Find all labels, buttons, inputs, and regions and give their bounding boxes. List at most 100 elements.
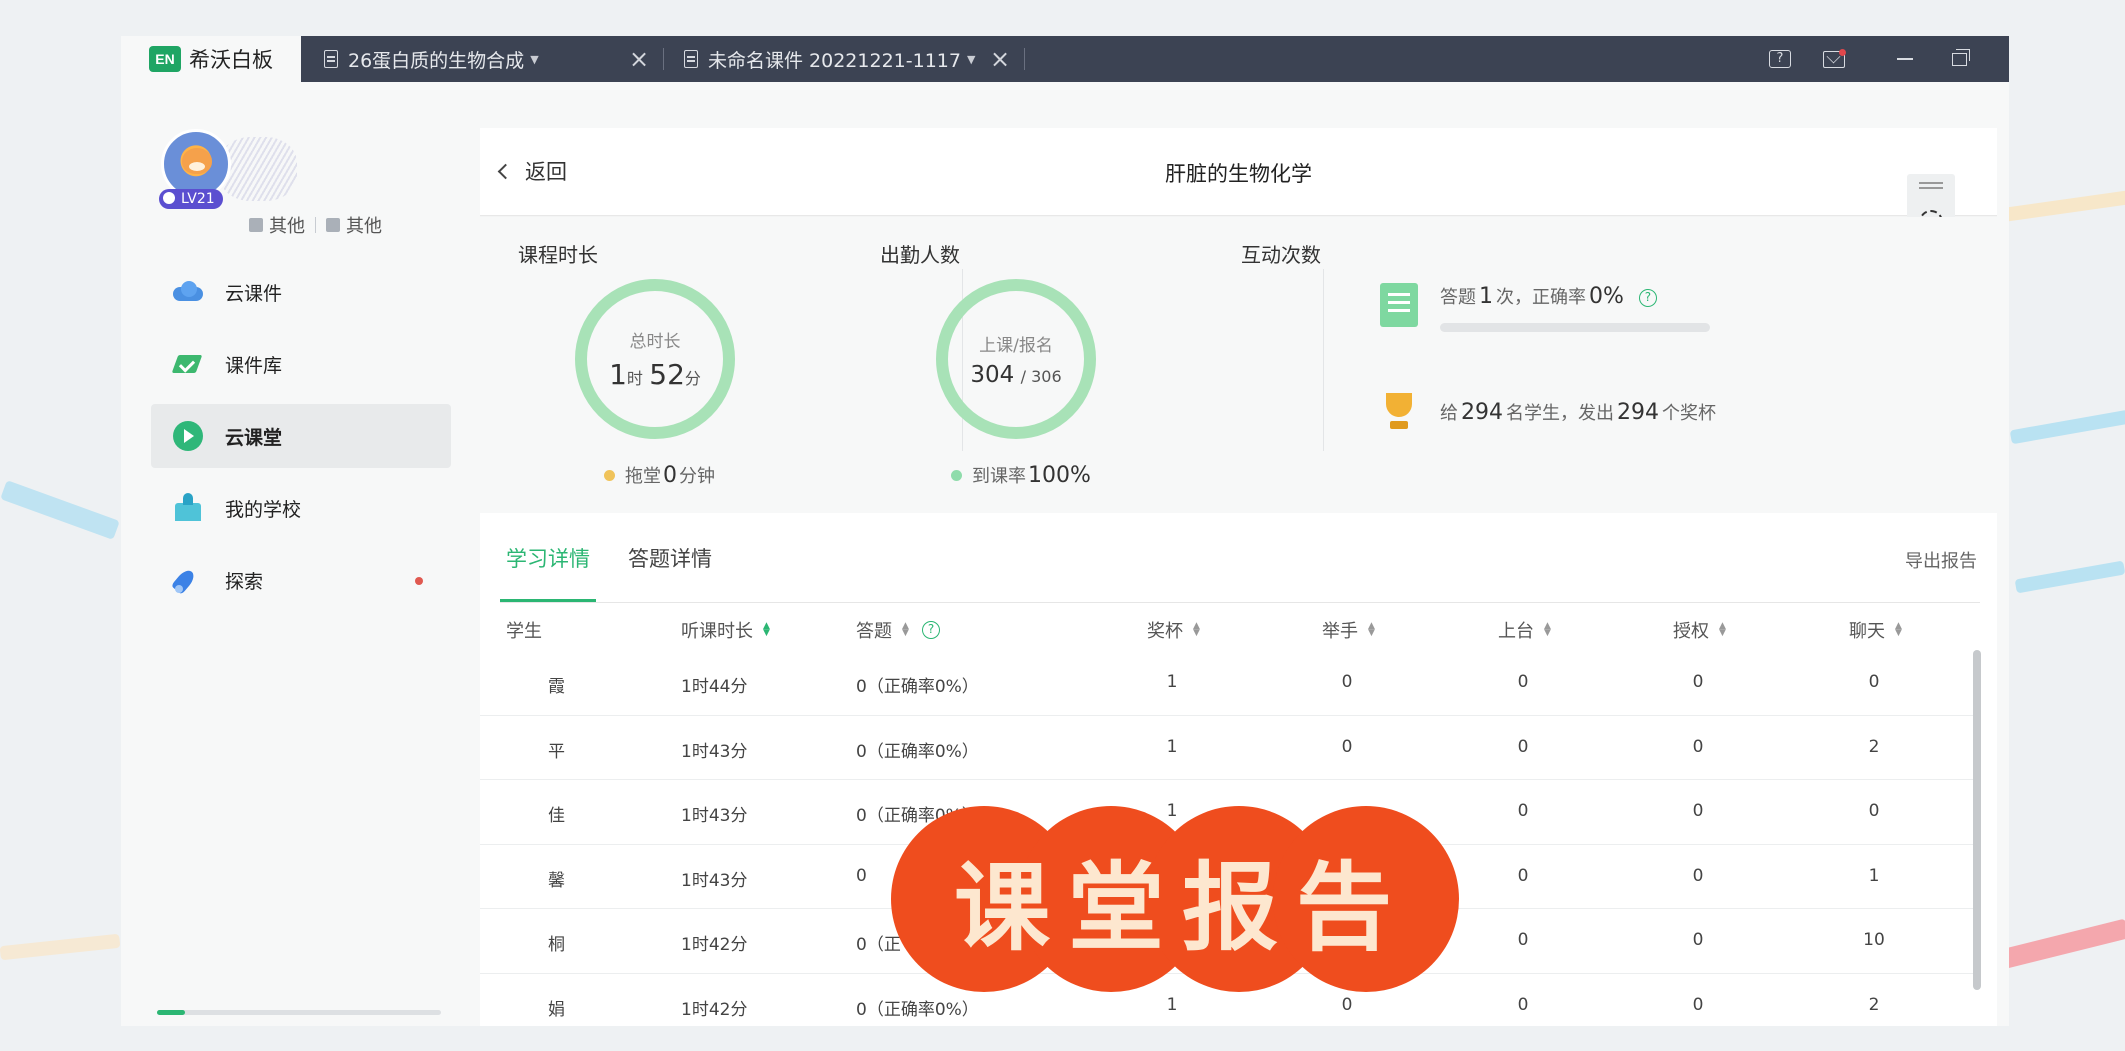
notification-dot bbox=[415, 577, 423, 585]
minimize-icon bbox=[1897, 58, 1913, 60]
answer-mid: 次，正确率 bbox=[1496, 287, 1586, 308]
cell-student: 馨 bbox=[548, 870, 565, 891]
overtime-value: 0 bbox=[663, 462, 677, 488]
overtime-info: 拖堂 0 分钟 bbox=[604, 462, 715, 488]
help-question-icon[interactable]: ? bbox=[922, 621, 940, 639]
storage-progress-fill bbox=[157, 1010, 186, 1015]
cell-chat: 1 bbox=[1868, 865, 1880, 886]
accuracy-bar bbox=[1440, 323, 1710, 332]
lion-avatar-icon bbox=[182, 148, 212, 174]
cell-duration: 1时42分 bbox=[681, 999, 748, 1020]
column-header-duration[interactable]: 听课时长 ▲ ▼ bbox=[681, 617, 771, 643]
cell-student: 桐 bbox=[548, 935, 565, 955]
attendance-rate-prefix: 到课率 bbox=[972, 466, 1026, 487]
cell-cup: 1 bbox=[1166, 672, 1178, 692]
sort-icon[interactable]: ▲ ▼ bbox=[1193, 622, 1201, 638]
column-header-answer[interactable]: 答题 ▲ ▼? bbox=[856, 617, 940, 643]
sort-icon[interactable]: ▲ ▼ bbox=[1544, 622, 1552, 638]
notification-dot bbox=[1839, 49, 1846, 56]
duration-ring: 总时长 1时 52分 bbox=[575, 279, 735, 439]
cell-chat: 0 bbox=[1868, 672, 1880, 692]
column-label: 奖杯 bbox=[1147, 621, 1183, 642]
avatar-decoration bbox=[219, 137, 297, 201]
duration-minutes: 52 bbox=[649, 358, 685, 391]
tab-document-1[interactable]: 26蛋白质的生物合成 ▼ bbox=[324, 36, 539, 82]
level-badge: LV21 bbox=[159, 189, 223, 209]
sidebar-item-cloud-class[interactable]: 云课堂 bbox=[151, 404, 451, 468]
attendance-present: 304 bbox=[970, 361, 1015, 388]
duration-hours: 1 bbox=[609, 358, 627, 391]
cell-chat: 2 bbox=[1868, 994, 1880, 1015]
award-mid: 名学生，发出 bbox=[1506, 403, 1614, 424]
award-suffix: 个奖杯 bbox=[1662, 403, 1716, 424]
user-meta-1[interactable]: 其他 bbox=[269, 212, 305, 238]
column-header-auth[interactable]: 授权 ▲ ▼ bbox=[1673, 617, 1727, 643]
restore-button[interactable] bbox=[1945, 46, 1973, 72]
answer-accuracy: 0% bbox=[1589, 284, 1624, 309]
answer-count: 1 bbox=[1479, 284, 1493, 309]
chevron-down-icon[interactable]: ▼ bbox=[967, 53, 975, 66]
tab-close-icon[interactable]: × bbox=[987, 46, 1013, 72]
sort-icon[interactable]: ▲ ▼ bbox=[1895, 622, 1903, 638]
answer-text: 答题 1 次，正确率 0%? bbox=[1440, 283, 1710, 309]
column-label: 聊天 bbox=[1849, 621, 1885, 642]
stats-section: 课程时长 总时长 1时 52分 拖堂 0 分钟 出勤人数 上课/报名 304 /… bbox=[480, 217, 1997, 513]
column-header-hand[interactable]: 举手 ▲ ▼ bbox=[1322, 617, 1376, 643]
award-cups: 294 bbox=[1617, 400, 1659, 425]
minimize-button[interactable] bbox=[1891, 46, 1919, 72]
help-button[interactable]: ? bbox=[1766, 46, 1794, 72]
sort-icon[interactable]: ▲ ▼ bbox=[763, 622, 771, 638]
messages-button[interactable] bbox=[1820, 46, 1848, 72]
column-header-stage[interactable]: 上台 ▲ ▼ bbox=[1498, 617, 1552, 643]
answer-prefix: 答题 bbox=[1440, 287, 1476, 308]
cell-hand: 0 bbox=[1341, 994, 1353, 1015]
interaction-label: 互动次数 bbox=[1241, 243, 1321, 267]
tab-label: 26蛋白质的生物合成 bbox=[348, 49, 525, 72]
cell-auth: 0 bbox=[1692, 801, 1704, 821]
tab-document-2[interactable]: 未命名课件 20221221-1117 ▼ bbox=[684, 36, 975, 82]
column-label: 答题 bbox=[856, 621, 892, 642]
column-header-cup[interactable]: 奖杯 ▲ ▼ bbox=[1147, 617, 1201, 643]
cell-auth: 0 bbox=[1692, 930, 1704, 950]
sidebar-item-my-school[interactable]: 我的学校 bbox=[151, 476, 451, 540]
tab-divider bbox=[663, 48, 664, 70]
restore-icon bbox=[1951, 48, 1970, 66]
export-report-link[interactable]: 导出报告 bbox=[1905, 547, 1977, 573]
detail-tabs: 学习详情 答题详情 bbox=[500, 513, 1980, 603]
cell-auth: 0 bbox=[1692, 994, 1704, 1015]
sort-icon[interactable]: ▲ ▼ bbox=[1368, 622, 1376, 638]
sidebar-item-explore[interactable]: 探索 bbox=[151, 548, 451, 612]
cell-duration: 1时44分 bbox=[681, 677, 748, 697]
table-row[interactable]: 平 1时43分 0（正确率0%） 1 0 0 0 2 bbox=[480, 716, 1980, 780]
table-row[interactable]: 霞 1时44分 0（正确率0%） 1 0 0 0 0 bbox=[480, 651, 1980, 716]
app-brand: EN 希沃白板 bbox=[121, 36, 301, 82]
column-header-chat[interactable]: 聊天 ▲ ▼ bbox=[1849, 617, 1903, 643]
page-title: 肝脏的生物化学 bbox=[1165, 162, 1312, 186]
chevron-down-icon[interactable]: ▼ bbox=[530, 53, 538, 66]
sidebar-item-label: 我的学校 bbox=[225, 498, 302, 521]
tab-answer-detail[interactable]: 答题详情 bbox=[628, 543, 712, 573]
help-question-icon[interactable]: ? bbox=[1638, 289, 1657, 307]
sort-icon[interactable]: ▲ ▼ bbox=[1719, 622, 1727, 638]
cell-chat: 0 bbox=[1868, 801, 1880, 821]
cell-duration: 1时43分 bbox=[681, 806, 748, 826]
table-scrollbar[interactable] bbox=[1973, 650, 1981, 990]
cloud-class-icon bbox=[171, 421, 205, 451]
active-tab-indicator bbox=[500, 599, 596, 602]
trophy-icon bbox=[1380, 393, 1418, 433]
award-stats: 给 294 名学生，发出 294 个奖杯 bbox=[1380, 393, 1716, 433]
cell-duration: 1时43分 bbox=[681, 741, 748, 762]
sidebar-item-courseware-library[interactable]: 课件库 bbox=[151, 332, 451, 396]
sidebar-item-cloud-courseware[interactable]: 云课件 bbox=[151, 260, 451, 324]
tab-close-icon[interactable]: × bbox=[626, 46, 652, 72]
tab-divider bbox=[1024, 48, 1025, 70]
cell-answer: 0（正确率0%） bbox=[856, 741, 979, 762]
cell-student: 霞 bbox=[548, 677, 565, 697]
user-meta-2[interactable]: 其他 bbox=[346, 212, 382, 238]
drag-handle-icon[interactable] bbox=[1919, 182, 1943, 184]
cell-auth: 0 bbox=[1692, 736, 1704, 757]
sort-icon[interactable]: ▲ ▼ bbox=[902, 622, 910, 638]
org-icon bbox=[249, 218, 263, 232]
tab-study-detail[interactable]: 学习详情 bbox=[506, 543, 590, 573]
attendance-value: 304 / 306 bbox=[970, 362, 1061, 388]
